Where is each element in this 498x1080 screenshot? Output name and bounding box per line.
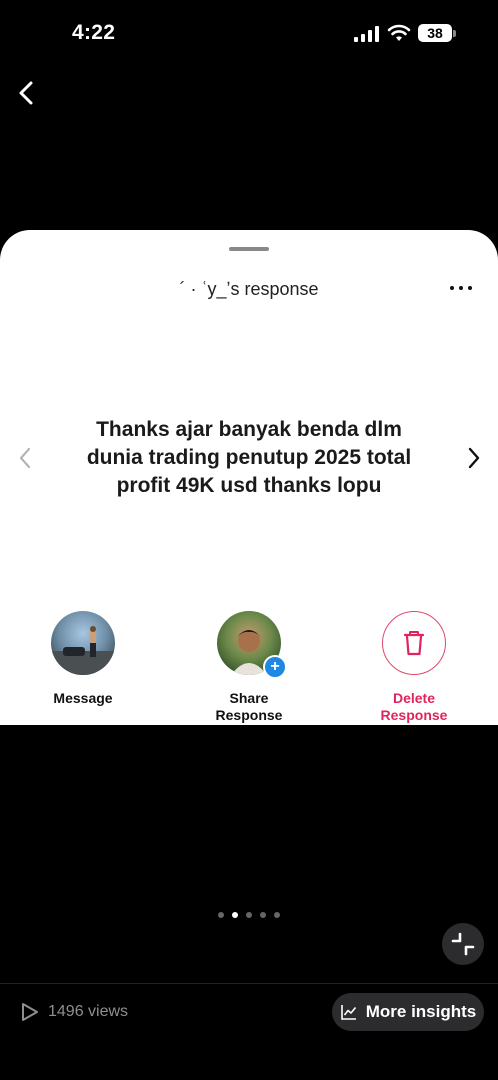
response-text: Thanks ajar banyak benda dlm dunia tradi… bbox=[86, 418, 412, 497]
page-dot bbox=[260, 912, 266, 918]
status-bar: 4:22 38 bbox=[0, 0, 498, 66]
response-sheet: ´ · ʿy_ʼs response Thanks ajar banyak be… bbox=[0, 230, 498, 725]
views-text: 1496 views bbox=[48, 1003, 129, 1020]
user-avatar[interactable] bbox=[51, 611, 115, 675]
more-insights-button[interactable]: More insights bbox=[332, 993, 484, 1031]
next-chevron-icon[interactable] bbox=[464, 446, 484, 470]
more-options-icon[interactable] bbox=[450, 284, 472, 292]
line-chart-icon bbox=[340, 1005, 356, 1020]
delete-label-line1: Delete bbox=[392, 690, 436, 706]
status-time: 4:22 bbox=[72, 21, 116, 44]
footer-divider bbox=[0, 983, 498, 984]
share-label-line2: Response bbox=[215, 707, 283, 723]
cellular-signal-icon bbox=[354, 26, 379, 42]
add-icon[interactable]: + bbox=[263, 655, 287, 679]
delete-response-action[interactable]: Delete Response bbox=[359, 611, 469, 724]
delete-circle[interactable] bbox=[382, 611, 446, 675]
message-action[interactable]: Message bbox=[28, 611, 138, 707]
page-dot bbox=[246, 912, 252, 918]
page-dot-active bbox=[232, 912, 238, 918]
trash-icon bbox=[403, 630, 424, 655]
collapse-button[interactable] bbox=[442, 923, 484, 965]
battery-tip bbox=[453, 30, 456, 37]
play-icon bbox=[22, 1003, 38, 1021]
previous-chevron-icon[interactable] bbox=[16, 446, 36, 470]
delete-label-line2: Response bbox=[380, 707, 448, 723]
share-response-action[interactable]: + Share Response bbox=[194, 611, 304, 724]
avatar-photo-icon bbox=[51, 626, 115, 675]
more-insights-label: More insights bbox=[365, 1002, 477, 1021]
views-count: 1496 views bbox=[20, 1001, 128, 1023]
sheet-title: ´ · ʿy_ʼs response bbox=[179, 279, 319, 299]
collapse-arrows-icon bbox=[451, 932, 475, 956]
battery-indicator: 38 bbox=[418, 24, 452, 42]
sheet-grabber[interactable] bbox=[229, 247, 269, 251]
share-label-line1: Share bbox=[229, 690, 269, 706]
share-avatar[interactable]: + bbox=[217, 611, 287, 679]
page-dot bbox=[274, 912, 280, 918]
wifi-icon bbox=[387, 24, 411, 41]
back-chevron-icon[interactable] bbox=[12, 78, 42, 108]
page-dot bbox=[218, 912, 224, 918]
message-label: Message bbox=[53, 690, 113, 706]
